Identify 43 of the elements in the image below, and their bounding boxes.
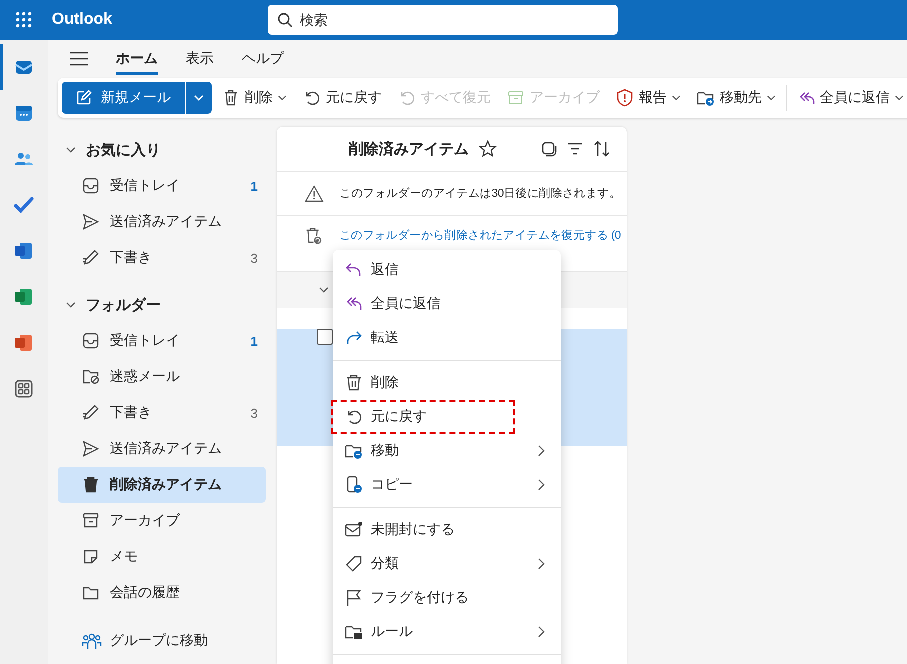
folder-item[interactable]: 削除済みアイテム <box>58 467 266 503</box>
folder-item[interactable]: アーカイブ <box>58 503 266 539</box>
item-count: 3 <box>250 406 258 420</box>
menu-item[interactable]: コピー <box>333 468 561 502</box>
folder-item[interactable]: 会話の履歴 <box>58 575 266 611</box>
folder-item[interactable]: 迷惑メール <box>58 359 266 395</box>
menu-item[interactable]: 移動 <box>333 434 561 468</box>
toolbar-button[interactable]: 元に戻す <box>297 82 388 114</box>
menu-item[interactable]: 転送 <box>333 321 561 355</box>
menu-item[interactable]: 未開封にする <box>333 513 561 547</box>
folder-title: 削除済みアイテム <box>349 140 469 158</box>
folder-item[interactable]: 受信トレイ 1 <box>58 168 266 204</box>
item-count: 1 <box>250 334 258 348</box>
groups-link[interactable]: グループに移動 <box>58 623 266 659</box>
toolbar-button[interactable]: 移動先 <box>691 82 782 114</box>
folder-section-header[interactable]: フォルダー <box>58 287 266 323</box>
menu-item[interactable]: 分類 <box>333 547 561 581</box>
folder-item[interactable]: メモ <box>58 539 266 575</box>
folder-item[interactable]: 下書き 3 <box>58 240 266 276</box>
item-count: 3 <box>250 250 258 266</box>
ribbon-tab[interactable]: ホーム <box>116 44 158 74</box>
toolbar-button[interactable]: 報告 <box>610 82 687 114</box>
item-count: 1 <box>250 178 258 194</box>
menu-item[interactable]: 返信 <box>333 253 561 287</box>
folder-section-header[interactable]: お気に入り <box>58 132 266 168</box>
ribbon-tab[interactable]: 表示 <box>186 44 214 74</box>
menu-item[interactable]: 元に戻す <box>331 400 515 434</box>
app-name: Outlook <box>52 11 114 29</box>
folder-item[interactable]: 送信済みアイテム <box>58 431 266 467</box>
folder-item[interactable]: 下書き 3 <box>58 395 266 431</box>
menu-item[interactable]: ルール <box>333 615 561 649</box>
menu-item[interactable]: 全員に返信 <box>333 287 561 321</box>
notice-text: このフォルダーのアイテムは30日後に削除されます。 <box>340 186 621 202</box>
menu-item[interactable]: フラグを付ける <box>333 581 561 615</box>
restore-link[interactable]: このフォルダーから削除されたアイテムを復元する (0 <box>339 226 621 246</box>
toolbar-button[interactable]: 削除 <box>216 82 293 114</box>
ribbon-tab[interactable]: ヘルプ <box>242 44 284 74</box>
folder-item[interactable]: 受信トレイ 1 <box>58 323 266 359</box>
folder-item[interactable]: 送信済みアイテム <box>58 204 266 240</box>
new-mail-button[interactable]: 新規メール <box>62 82 185 114</box>
menu-item[interactable]: 削除 <box>333 366 561 400</box>
search-field[interactable]: 検索 <box>268 5 618 35</box>
toolbar-button[interactable]: 全員に返信 <box>791 82 907 114</box>
